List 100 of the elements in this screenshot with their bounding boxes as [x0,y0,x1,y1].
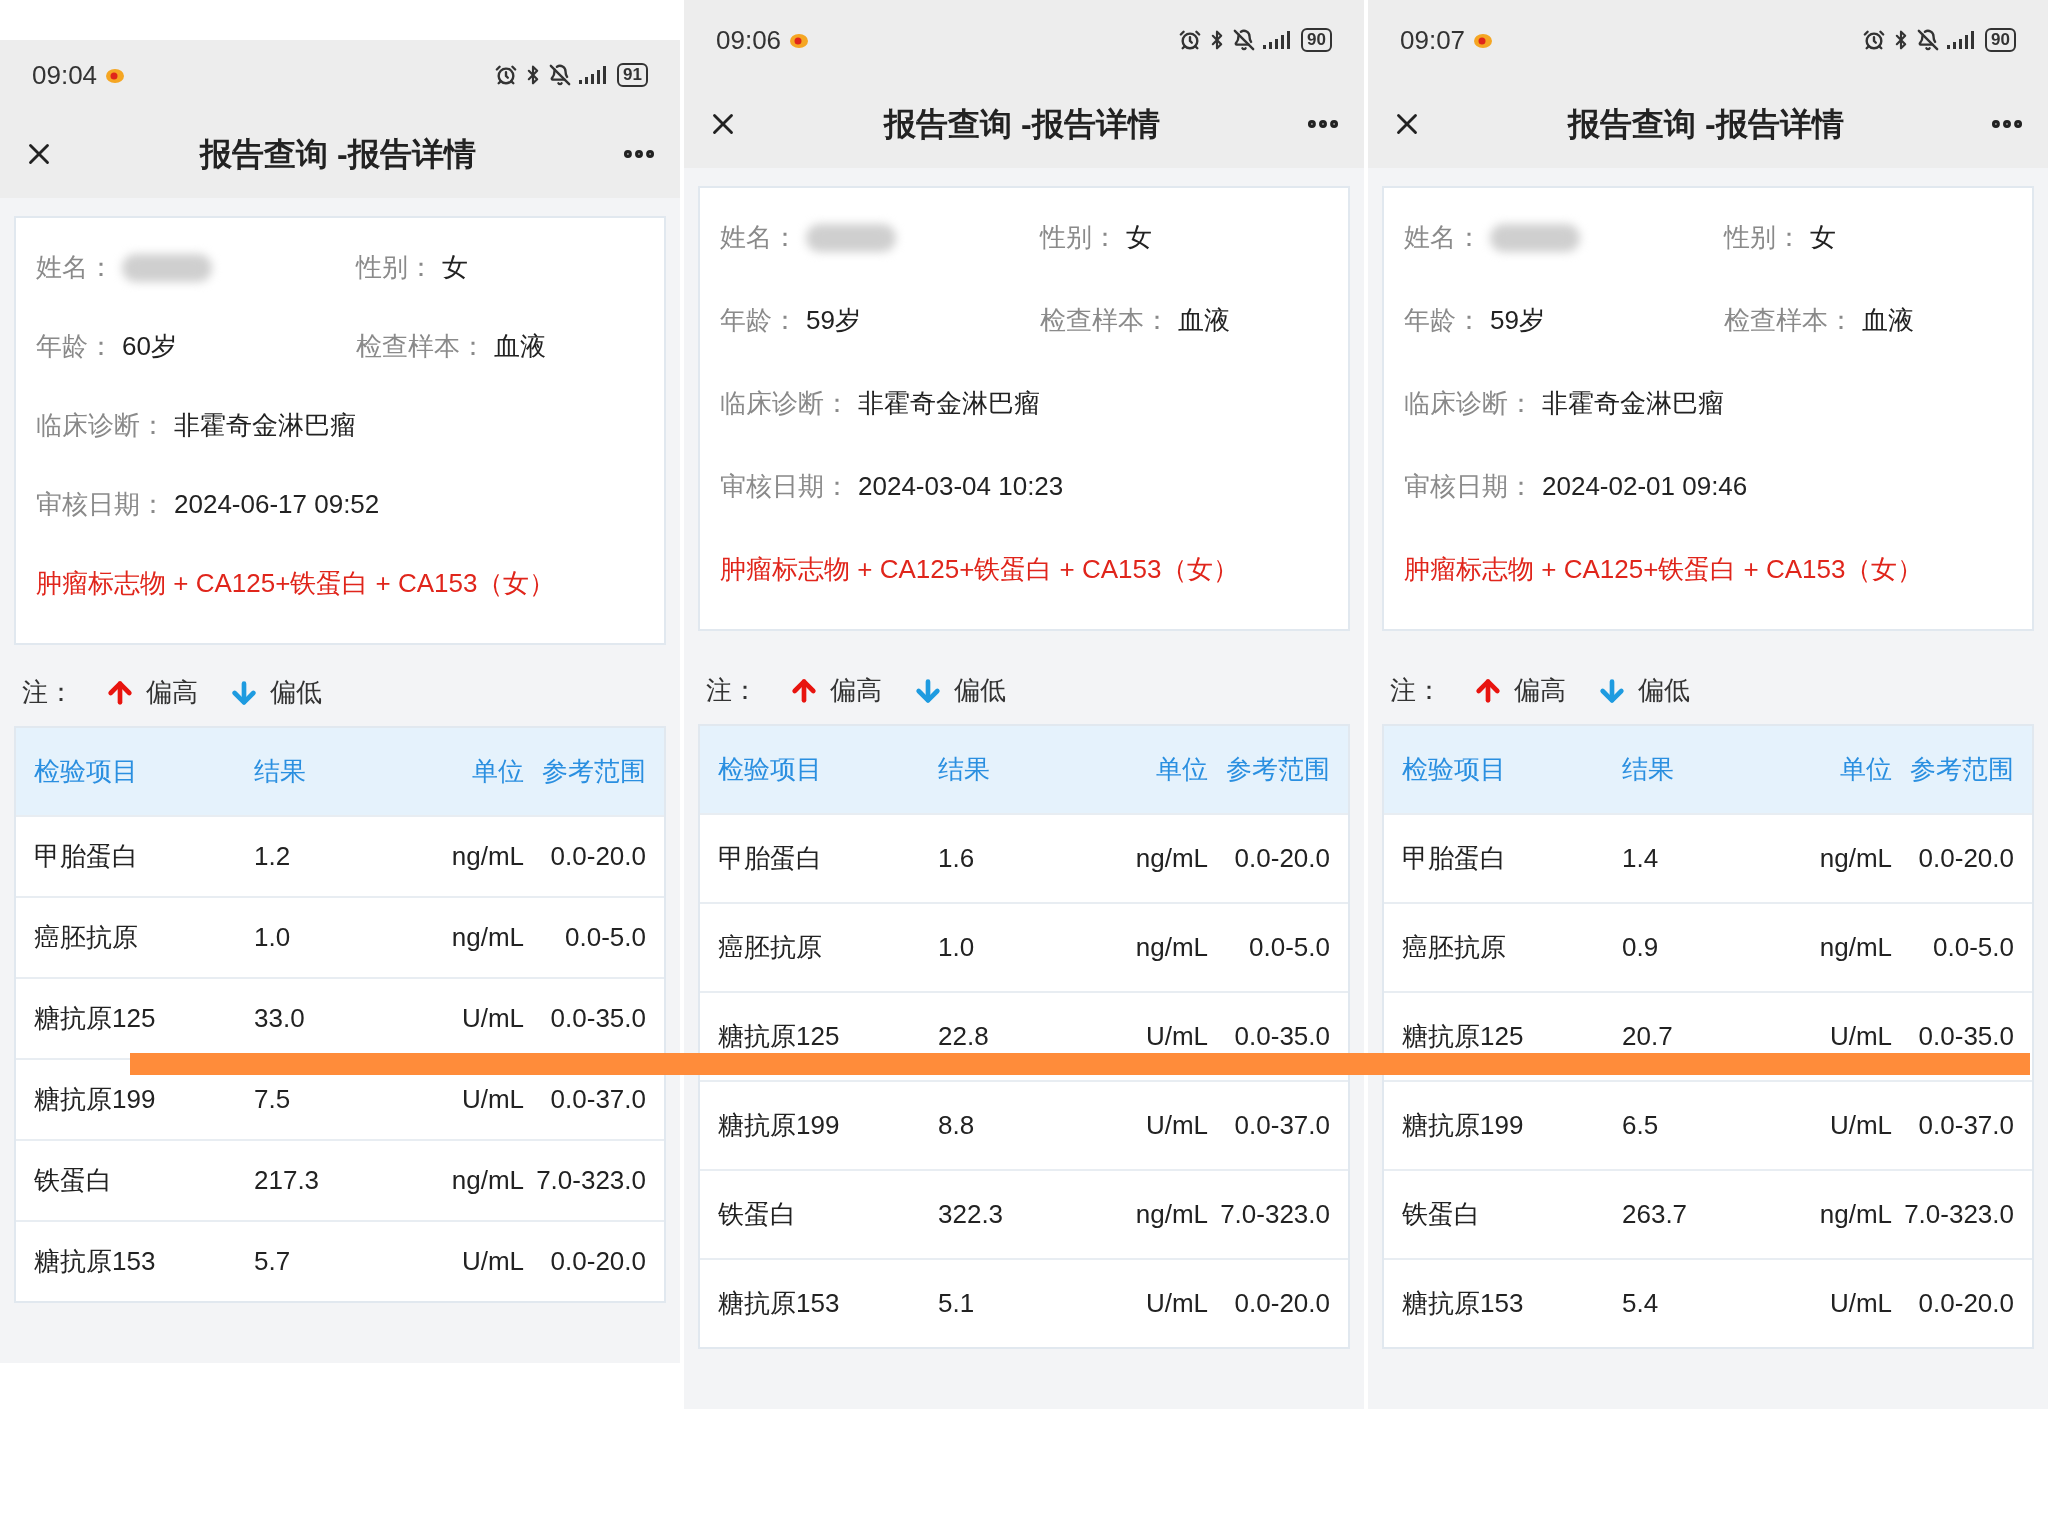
column-header: 参考范围 [1225,753,1330,786]
column-header: 结果 [938,753,991,786]
field-value: 59岁 [806,304,861,337]
table-cell-text: 6.5 [1622,1109,1660,1142]
table-cell-text: ng/mL [1134,1198,1208,1231]
legend-low: 偏低 [954,674,1006,707]
legend-note: 注： [22,676,74,709]
table-cell-text: 甲胎蛋白 [718,842,823,875]
table-cell-text: 8.8 [938,1109,976,1142]
test-name: 肿瘤标志物 + CA125+铁蛋白 + CA153（女） [36,567,557,600]
table-cell-text: 铁蛋白 [1402,1198,1481,1231]
field-label: 审核日期： [36,488,166,521]
field-value: 非霍奇金淋巴瘤 [1542,387,1724,420]
legend-high: 偏高 [146,676,198,709]
table-cell-text: U/mL [460,1245,524,1278]
table-cell-text: 7.0-323.0 [1903,1198,2014,1231]
alarm-icon [1179,29,1202,51]
battery-indicator: 90 [1985,28,2016,52]
field-label: 审核日期： [720,470,850,503]
table-cell-text: 0.0-5.0 [1932,931,2014,964]
notification-icon [1473,31,1494,49]
alarm-icon [495,64,518,86]
field-label: 检查样本： [356,330,486,363]
status-time: 09:07 [1400,23,1466,57]
field-label: 临床诊断： [36,409,166,442]
column-header: 检验项目 [1402,753,1507,786]
column-header: 检验项目 [34,755,139,788]
alarm-icon [1863,29,1886,51]
field-label: 年龄： [1404,304,1482,337]
field-value: 女 [1810,221,1836,254]
table-cell-text: 7.0-323.0 [535,1164,646,1197]
column-header: 参考范围 [1909,753,2014,786]
field-label: 年龄： [36,330,114,363]
column-header: 单位 [1155,753,1208,786]
column-header: 单位 [1839,753,1892,786]
table-cell-text: 1.0 [254,921,292,954]
table-cell-text: 0.0-20.0 [549,1245,646,1278]
bell-off-icon [1233,29,1256,51]
table-cell-text: 322.3 [938,1198,1005,1231]
table-cell-text: 0.0-20.0 [1917,1287,2014,1320]
table-cell-text: ng/mL [450,1164,524,1197]
table-cell-text: ng/mL [1818,931,1892,964]
table-cell-text: ng/mL [1818,842,1892,875]
table-cell-text: 糖抗原125 [718,1020,841,1053]
bell-off-icon [1917,29,1940,51]
table-cell-text: U/mL [460,1083,524,1116]
table-cell-text: 糖抗原125 [1402,1020,1525,1053]
field-value: 非霍奇金淋巴瘤 [858,387,1040,420]
table-cell-text: 263.7 [1622,1198,1689,1231]
table-cell-text: 糖抗原199 [34,1083,157,1116]
column-header: 结果 [1622,753,1675,786]
table-cell-text: 0.0-5.0 [564,921,646,954]
field-value: 血液 [1862,304,1914,337]
table-cell-text: 7.0-323.0 [1219,1198,1330,1231]
column-header: 单位 [471,755,524,788]
column-header: 检验项目 [718,753,823,786]
legend-low: 偏低 [1638,674,1690,707]
table-cell-text: 0.0-20.0 [1917,842,2014,875]
table-cell-text: 糖抗原153 [718,1287,841,1320]
legend-note: 注： [706,674,758,707]
field-label: 检查样本： [1040,304,1170,337]
page-title: 报告查询 -报告详情 [1568,105,1844,144]
table-cell-text: 糖抗原199 [1402,1109,1525,1142]
field-value: 2024-02-01 09:46 [1542,470,1748,503]
table-cell-text: 0.0-35.0 [1233,1020,1330,1053]
field-value: 2024-03-04 10:23 [858,470,1064,503]
legend-note: 注： [1390,674,1442,707]
table-cell-text: 0.0-20.0 [549,840,646,873]
table-cell-text: 癌胚抗原 [718,931,823,964]
table-cell-text: ng/mL [1134,842,1208,875]
field-label: 姓名： [1404,221,1482,254]
bell-off-icon [549,64,572,86]
field-value: 非霍奇金淋巴瘤 [174,409,356,442]
field-value: 59岁 [1490,304,1545,337]
table-cell-text: 糖抗原153 [34,1245,157,1278]
table-cell-text: U/mL [1828,1020,1892,1053]
table-cell-text: 5.7 [254,1245,292,1278]
table-cell-text: 0.0-37.0 [1233,1109,1330,1142]
battery-indicator: 91 [617,63,648,87]
status-time: 09:04 [32,58,98,92]
table-cell-text: 0.0-20.0 [1233,842,1330,875]
table-cell-text: 1.0 [938,931,976,964]
table-cell-text: 铁蛋白 [718,1198,797,1231]
notification-icon [105,66,126,84]
field-value: 2024-06-17 09:52 [174,488,380,521]
table-cell-text: 糖抗原125 [34,1002,157,1035]
signal-icon [577,65,608,85]
field-label: 年龄： [720,304,798,337]
table-cell-text: 0.0-37.0 [549,1083,646,1116]
field-value: 血液 [1178,304,1230,337]
notification-icon [789,31,810,49]
table-cell-text: 0.0-35.0 [1917,1020,2014,1053]
field-value: 60岁 [122,330,177,363]
field-label: 临床诊断： [720,387,850,420]
table-cell-text: U/mL [1144,1020,1208,1053]
table-cell-text: 5.1 [938,1287,976,1320]
signal-icon [1945,30,1976,50]
table-cell-text: U/mL [1828,1109,1892,1142]
table-cell-text: 1.4 [1622,842,1660,875]
field-value: 血液 [494,330,546,363]
